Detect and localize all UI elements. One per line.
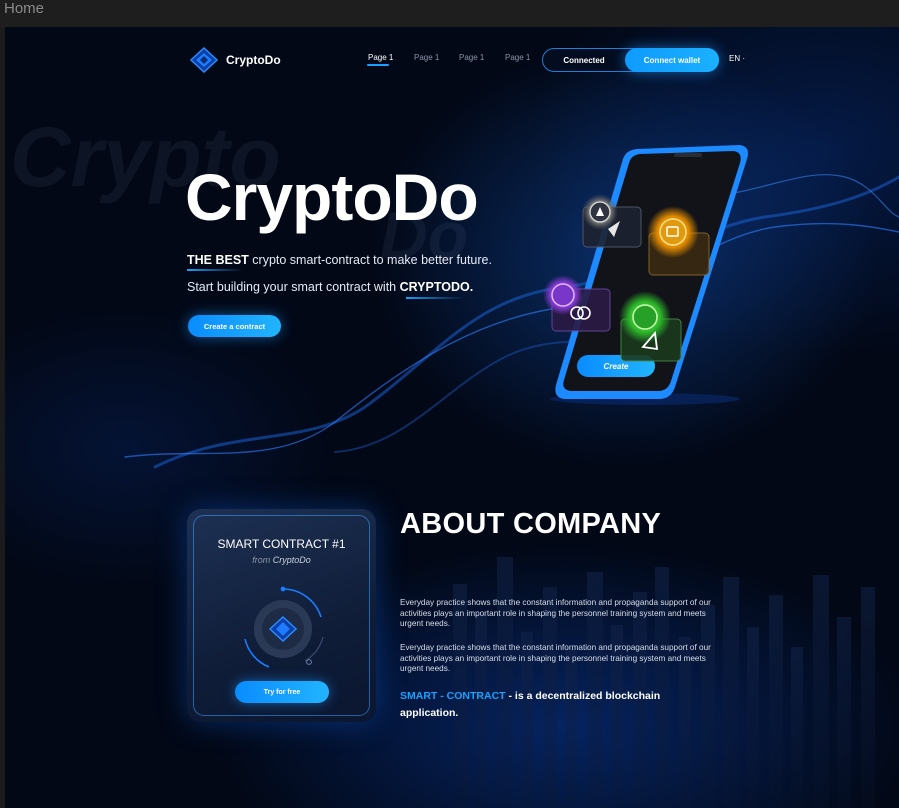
hero-tagline-text: crypto smart-contract to make better fut… — [248, 253, 492, 267]
hero-tagline-bold: THE BEST — [187, 253, 249, 267]
wallet-toggle: Connected Connect wallet — [542, 48, 719, 72]
phone-create-button: Create — [603, 361, 629, 371]
about-tagline: SMART - CONTRACT - is a decentralized bl… — [400, 688, 700, 722]
about-tag-highlight: SMART - CONTRACT — [400, 690, 506, 702]
nav-link-page-2[interactable]: Page 1 — [414, 53, 439, 62]
page-canvas: CryptoDo Page 1 Page 1 Page 1 Page 1 Con… — [5, 27, 899, 808]
language-selector[interactable]: EN · — [729, 54, 745, 63]
hero-subtitle-text: Start building your smart contract with — [187, 280, 400, 294]
subtitle-underline — [406, 297, 464, 299]
hero-subtitle-brand: CRYPTODO. — [399, 280, 474, 294]
card-subtitle: from CryptoDo — [187, 555, 376, 565]
about-paragraph-1: Everyday practice shows that the constan… — [400, 598, 711, 629]
create-contract-button[interactable]: Create a contract — [188, 315, 281, 337]
window-title: Home — [4, 0, 45, 17]
smart-contract-card: SMART CONTRACT #1 from CryptoDo Try for … — [187, 509, 376, 722]
nav-link-page-3[interactable]: Page 1 — [459, 53, 484, 62]
card-from: from — [252, 555, 271, 565]
try-for-free-button[interactable]: Try for free — [235, 681, 329, 703]
hero-subtitle: Start building your smart contract with … — [187, 280, 473, 294]
about-paragraph-2: Everyday practice shows that the constan… — [400, 643, 711, 674]
nav-link-page-4[interactable]: Page 1 — [505, 53, 530, 62]
nav-link-page-1[interactable]: Page 1 — [368, 53, 393, 62]
cryptodo-logo-icon — [189, 47, 219, 73]
card-brand: CryptoDo — [272, 555, 311, 565]
card-title: SMART CONTRACT #1 — [217, 537, 346, 551]
connected-button[interactable]: Connected — [543, 49, 625, 71]
window-title-bar: Home — [0, 0, 899, 27]
brand-name: CryptoDo — [226, 53, 281, 67]
tagline-underline — [187, 269, 243, 271]
language-label: EN — [729, 54, 741, 63]
card-emblem-icon — [244, 586, 324, 668]
hero-title: CryptoDo — [185, 160, 479, 234]
connect-wallet-button[interactable]: Connect wallet — [625, 48, 719, 72]
hero-tagline: THE BEST crypto smart-contract to make b… — [187, 253, 492, 267]
nav-active-indicator — [367, 64, 389, 66]
brand-logo[interactable]: CryptoDo — [189, 47, 281, 73]
chevron-down-icon: · — [742, 54, 746, 63]
about-title: ABOUT COMPANY — [400, 508, 662, 540]
